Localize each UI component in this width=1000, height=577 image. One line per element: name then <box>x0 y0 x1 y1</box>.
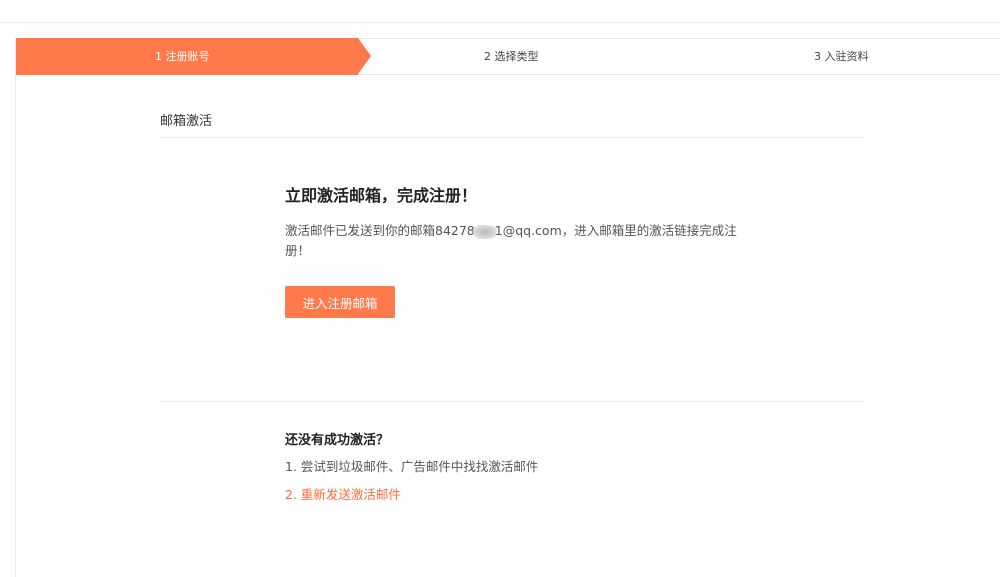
activation-headline: 立即激活邮箱，完成注册！ <box>285 186 478 205</box>
help-title: 还没有成功激活？ <box>285 433 390 448</box>
step-settle-info: 3 入驻资料 <box>814 50 869 63</box>
redacted-email-blur <box>472 224 497 239</box>
section-title: 邮箱激活 <box>160 114 213 129</box>
help-item-number: 2. <box>285 487 297 502</box>
divider <box>160 401 864 402</box>
resend-activation-link[interactable]: 重新发送激活邮件 <box>301 487 401 502</box>
help-item-resend: 2. 重新发送激活邮件 <box>285 484 401 503</box>
step-choose-type: 2 选择类型 <box>484 50 539 63</box>
step-register-account: 1 注册账号 <box>155 50 210 63</box>
help-item-number: 1. <box>285 459 297 474</box>
progress-steps: 1 注册账号 2 选择类型 3 入驻资料 <box>16 38 1000 75</box>
content-border <box>15 38 16 577</box>
top-bar <box>0 0 1000 23</box>
message-text-start: 激活邮件已发送到你的邮箱84278 <box>285 223 475 238</box>
help-item-text: 尝试到垃圾邮件、广告邮件中找找激活邮件 <box>300 459 539 474</box>
divider <box>160 137 864 138</box>
activation-message: 激活邮件已发送到你的邮箱84278 1@qq.com，进入邮箱里的激活链接完成注册… <box>285 221 740 261</box>
step-arrow-icon <box>358 38 371 74</box>
open-email-button[interactable]: 进入注册邮箱 <box>285 286 395 318</box>
help-item-check-spam: 1. 尝试到垃圾邮件、广告邮件中找找激活邮件 <box>285 456 538 475</box>
